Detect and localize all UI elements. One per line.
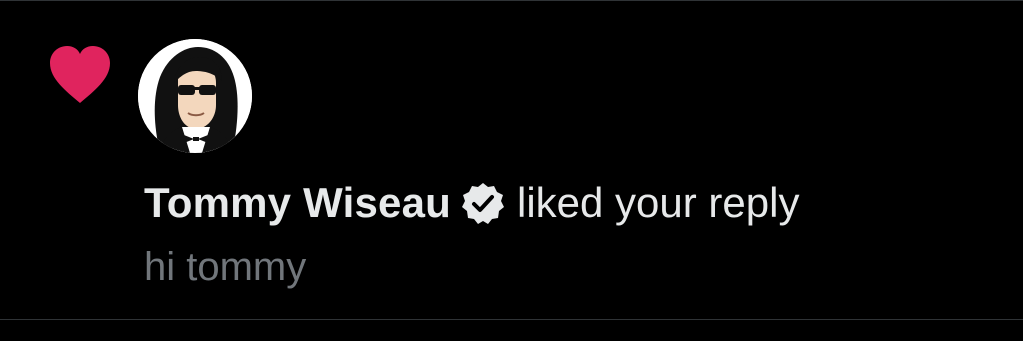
- reply-preview[interactable]: hi tommy: [144, 245, 306, 290]
- notification-text: Tommy Wiseau liked your reply: [144, 175, 799, 231]
- like-notification[interactable]: Tommy Wiseau liked your reply hi tommy: [0, 1, 1023, 319]
- verified-badge-icon: [461, 181, 505, 225]
- user-name[interactable]: Tommy Wiseau: [144, 179, 451, 227]
- bottom-divider: [0, 319, 1023, 320]
- action-text: liked your reply: [516, 179, 800, 226]
- heart-icon: [48, 45, 112, 105]
- avatar[interactable]: [138, 39, 252, 153]
